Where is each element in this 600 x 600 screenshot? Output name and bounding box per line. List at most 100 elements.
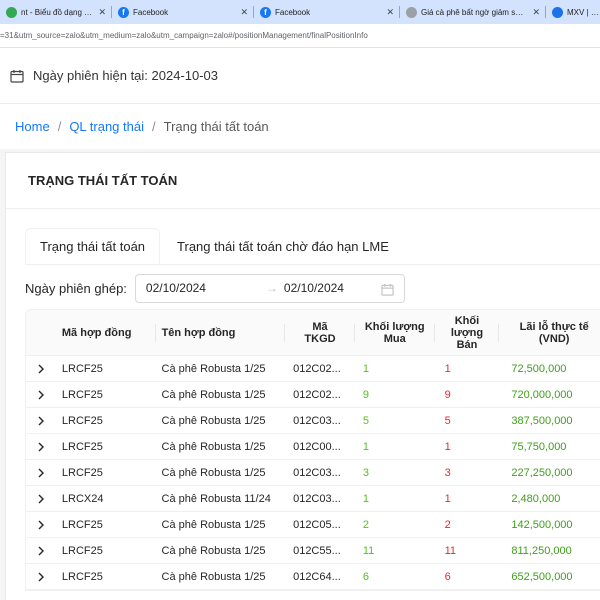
- close-tab-icon[interactable]: ✕: [240, 7, 248, 18]
- cell-sell-volume: 9: [444, 388, 451, 401]
- browser-tab[interactable]: nt - Biểu đồ dạng TA8 ✕: [0, 0, 112, 24]
- expand-row-icon[interactable]: [26, 468, 56, 478]
- cell-contract-code: LRCF25: [61, 362, 103, 375]
- expand-row-icon[interactable]: [26, 494, 56, 504]
- address-bar[interactable]: =31&utm_source=zalo&utm_medium=zalo&utm_…: [0, 24, 600, 48]
- table-row[interactable]: LRCF25 Cà phê Robusta 1/25 012C03... 3 3 227,…: [26, 460, 600, 486]
- range-arrow-icon: →: [265, 281, 278, 295]
- cell-account: 012C02...: [293, 362, 341, 375]
- cell-buy-volume: 1: [362, 440, 369, 453]
- calendar-icon[interactable]: [381, 283, 394, 296]
- browser-tab-title: nt - Biểu đồ dạng TA8: [21, 7, 93, 17]
- table-row[interactable]: LRCF25 Cà phê Robusta 1/25 012C02... 1 1 72,5…: [26, 356, 600, 382]
- cell-account: 012C05...: [293, 518, 341, 531]
- breadcrumb-separator: /: [152, 119, 156, 134]
- table-row[interactable]: LRCF25 Cà phê Robusta 1/25 012C02... 9 9 720,…: [26, 382, 600, 408]
- browser-tab-title: Giá cà phê bất ngờ giảm sâu dư: [421, 7, 527, 17]
- browser-tab[interactable]: f Facebook ✕: [112, 0, 254, 24]
- header-buy-volume: Khối lượng Mua: [355, 310, 435, 355]
- close-tab-icon[interactable]: ✕: [98, 7, 106, 18]
- cell-buy-volume: 2: [362, 518, 369, 531]
- browser-tab[interactable]: MXV | Me: [546, 0, 600, 24]
- url-text[interactable]: =31&utm_source=zalo&utm_medium=zalo&utm_…: [0, 31, 368, 40]
- card-header: TRẠNG THÁI TẤT TOÁN: [6, 153, 600, 209]
- cell-buy-volume: 5: [362, 414, 369, 427]
- browser-tab[interactable]: f Facebook ✕: [254, 0, 400, 24]
- table-row[interactable]: LRCX24 Cà phê Robusta 11/24 012C03... 1 1 2,4…: [26, 486, 600, 512]
- final-position-card: TRẠNG THÁI TẤT TOÁN Trạng thái tất toán …: [5, 152, 600, 600]
- cell-contract-name: Cà phê Robusta 1/25: [161, 544, 266, 557]
- cell-sell-volume: 1: [444, 440, 451, 453]
- cell-account: 012C03...: [293, 492, 341, 505]
- table-header: Mã hợp đồng Tên hợp đồng Mã TKGD Khối lượ…: [26, 310, 600, 356]
- cell-contract-code: LRCF25: [61, 414, 103, 427]
- table-row[interactable]: LRCF25 Cà phê Robusta 1/25 012C03... 5 5 387,…: [26, 408, 600, 434]
- header-realized-pl: Lãi lỗ thực tế (VND): [499, 310, 600, 355]
- header-label: Tên hợp đồng: [161, 326, 236, 339]
- calendar-icon: [10, 69, 24, 83]
- breadcrumb-status-link[interactable]: QL trạng thái: [69, 119, 144, 134]
- expand-row-icon[interactable]: [26, 364, 56, 374]
- expand-row-icon[interactable]: [26, 442, 56, 452]
- tabs-divider: [25, 264, 600, 265]
- expand-row-icon[interactable]: [26, 416, 56, 426]
- expand-row-icon[interactable]: [26, 390, 56, 400]
- mxv-icon: [552, 6, 563, 18]
- card-title: TRẠNG THÁI TẤT TOÁN: [28, 173, 178, 188]
- close-tab-icon[interactable]: ✕: [532, 7, 540, 18]
- cell-buy-volume: 3: [362, 466, 369, 479]
- breadcrumb-separator: /: [57, 119, 62, 134]
- facebook-icon: f: [260, 6, 271, 18]
- date-to-input[interactable]: 02/10/2024: [284, 281, 384, 295]
- browser-tab[interactable]: Giá cà phê bất ngờ giảm sâu dư ✕: [400, 0, 546, 24]
- cell-contract-name: Cà phê Robusta 1/25: [161, 440, 266, 453]
- table-row[interactable]: LRCF25 Cà phê Robusta 1/25 012C05... 2 2 142,…: [26, 512, 600, 538]
- cell-realized-pl: 652,500,000: [511, 570, 573, 583]
- cell-contract-code: LRCX24: [61, 492, 104, 505]
- cell-contract-name: Cà phê Robusta 1/25: [161, 518, 266, 531]
- date-range-picker[interactable]: 02/10/2024 → 02/10/2024: [134, 273, 405, 303]
- cell-account: 012C64...: [293, 570, 341, 583]
- cell-realized-pl: 75,750,000: [511, 440, 567, 453]
- cell-sell-volume: 11: [444, 544, 456, 557]
- cell-sell-volume: 1: [444, 362, 451, 375]
- cell-sell-volume: 2: [444, 518, 451, 531]
- cell-contract-code: LRCF25: [61, 544, 103, 557]
- expand-row-icon[interactable]: [26, 572, 56, 582]
- cell-realized-pl: 811,250,000: [511, 544, 572, 557]
- match-date-label: Ngày phiên ghép:: [25, 280, 127, 296]
- cell-sell-volume: 5: [444, 414, 451, 427]
- cell-contract-name: Cà phê Robusta 11/24: [161, 492, 271, 505]
- date-from-input[interactable]: 02/10/2024: [146, 281, 266, 295]
- cell-sell-volume: 1: [444, 492, 451, 505]
- close-tab-icon[interactable]: ✕: [386, 7, 394, 18]
- cell-buy-volume: 1: [362, 492, 369, 505]
- session-date-bar: Ngày phiên hiện tại: 2024-10-03: [0, 48, 600, 103]
- facebook-icon: f: [118, 6, 129, 18]
- globe-icon: [406, 6, 417, 18]
- table-row[interactable]: LRCF25 Cà phê Robusta 1/25 012C64... 6 6 652,…: [26, 564, 600, 590]
- expand-row-icon[interactable]: [26, 520, 56, 530]
- header-account: Mã TKGD: [285, 310, 355, 355]
- tab-final-position[interactable]: Trạng thái tất toán: [25, 228, 161, 265]
- cell-sell-volume: 6: [444, 570, 451, 583]
- cell-account: 012C00...: [293, 440, 341, 453]
- cell-contract-name: Cà phê Robusta 1/25: [161, 362, 266, 375]
- cell-realized-pl: 142,500,000: [511, 518, 573, 531]
- table-body: LRCF25 Cà phê Robusta 1/25 012C02... 1 1 72,5…: [26, 356, 600, 590]
- header-label: Mã hợp đồng: [61, 326, 132, 339]
- breadcrumb-home-link[interactable]: Home: [15, 119, 50, 134]
- cell-buy-volume: 11: [362, 544, 375, 557]
- header-label: Khối lượng Mua: [364, 320, 425, 345]
- chart-icon: [6, 6, 17, 18]
- match-date-filter: Ngày phiên ghép: 02/10/2024 → 02/10/2024: [25, 273, 405, 303]
- header-label: Khối lượng Bán: [450, 314, 484, 351]
- cell-buy-volume: 1: [362, 362, 369, 375]
- cell-realized-pl: 72,500,000: [511, 362, 567, 375]
- tab-lme-pending[interactable]: Trạng thái tất toán chờ đáo hạn LME: [162, 228, 404, 265]
- table-row[interactable]: LRCF25 Cà phê Robusta 1/25 012C55... 11 11 81…: [26, 538, 600, 564]
- cell-realized-pl: 720,000,000: [511, 388, 573, 401]
- table-row[interactable]: LRCF25 Cà phê Robusta 1/25 012C00... 1 1 75,7…: [26, 434, 600, 460]
- header-label: Mã TKGD: [304, 320, 336, 345]
- expand-row-icon[interactable]: [26, 546, 56, 556]
